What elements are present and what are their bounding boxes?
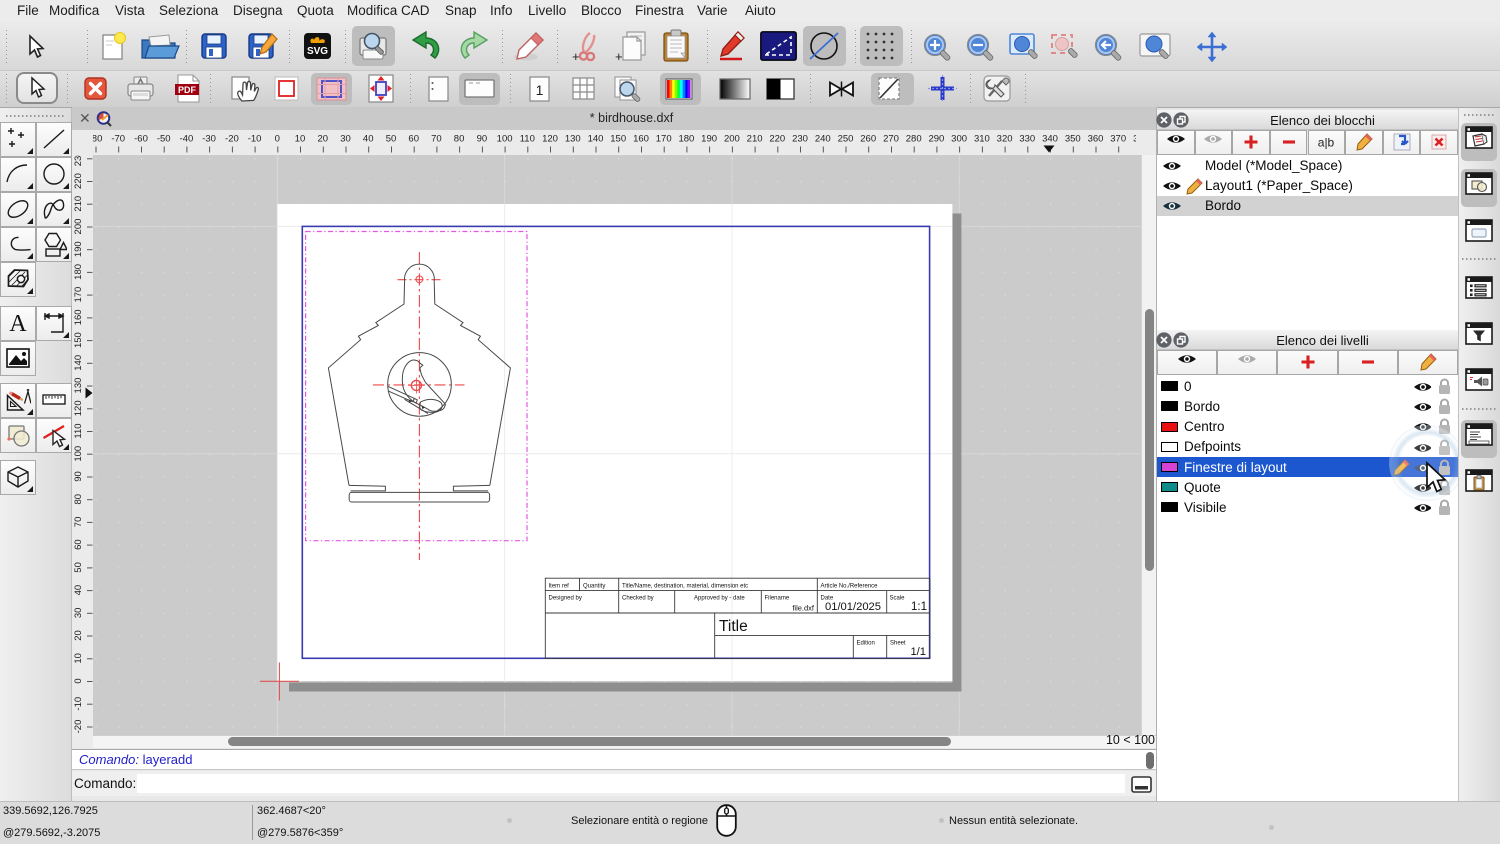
svg-text:Quantity: Quantity — [583, 584, 605, 590]
svg-text:80: 80 — [454, 134, 465, 145]
svg-text:140: 140 — [73, 355, 84, 371]
svg-text:10: 10 — [295, 134, 306, 145]
svg-text:380: 380 — [1133, 134, 1136, 145]
svg-text:-20: -20 — [73, 720, 84, 734]
svg-text:01/01/2025: 01/01/2025 — [825, 601, 881, 613]
svg-text:30: 30 — [73, 608, 84, 619]
svg-text:210: 210 — [73, 196, 84, 212]
svg-text:130: 130 — [73, 378, 84, 394]
svg-text:Filename: Filename — [765, 596, 790, 602]
svg-text:70: 70 — [431, 134, 442, 145]
svg-text:-30: -30 — [202, 134, 216, 145]
svg-text:150: 150 — [610, 134, 626, 145]
svg-text:Checked by: Checked by — [622, 596, 654, 602]
svg-text:120: 120 — [542, 134, 558, 145]
svg-text:180: 180 — [678, 134, 694, 145]
svg-text:-50: -50 — [157, 134, 171, 145]
svg-text:220: 220 — [73, 173, 84, 189]
svg-text:200: 200 — [724, 134, 740, 145]
svg-text:Designed by: Designed by — [549, 596, 582, 602]
svg-text:file.dxf: file.dxf — [792, 604, 815, 613]
svg-text:330: 330 — [1019, 134, 1035, 145]
svg-text:40: 40 — [73, 585, 84, 596]
svg-text:270: 270 — [883, 134, 899, 145]
svg-text:10: 10 — [73, 653, 84, 664]
svg-text:80: 80 — [73, 494, 84, 505]
svg-text:-80: -80 — [93, 134, 102, 145]
svg-text:280: 280 — [906, 134, 922, 145]
svg-text:140: 140 — [588, 134, 604, 145]
svg-text:200: 200 — [73, 219, 84, 235]
svg-text:130: 130 — [565, 134, 581, 145]
svg-text:Sheet: Sheet — [890, 641, 906, 647]
svg-text:1:1: 1:1 — [911, 601, 927, 613]
svg-text:110: 110 — [73, 423, 84, 438]
svg-text:110: 110 — [520, 134, 535, 145]
svg-text:160: 160 — [73, 309, 84, 325]
svg-text:160: 160 — [633, 134, 649, 145]
svg-text:230: 230 — [792, 134, 808, 145]
svg-text:-60: -60 — [134, 134, 148, 145]
svg-text:370: 370 — [1110, 134, 1126, 145]
svg-text:-10: -10 — [73, 697, 84, 711]
svg-text:50: 50 — [386, 134, 397, 145]
svg-text:190: 190 — [701, 134, 717, 145]
svg-text:340: 340 — [1042, 134, 1058, 145]
svg-text:360: 360 — [1088, 134, 1104, 145]
svg-text:90: 90 — [73, 471, 84, 482]
svg-text:70: 70 — [73, 517, 84, 528]
svg-text:190: 190 — [73, 241, 84, 257]
svg-text:0: 0 — [73, 678, 84, 683]
svg-text:230: 230 — [73, 155, 84, 166]
svg-text:150: 150 — [73, 332, 84, 348]
svg-text:Scale: Scale — [890, 596, 906, 602]
svg-text:120: 120 — [73, 400, 84, 416]
svg-text:350: 350 — [1065, 134, 1081, 145]
svg-text:240: 240 — [815, 134, 831, 145]
svg-text:170: 170 — [656, 134, 672, 145]
svg-text:290: 290 — [928, 134, 944, 145]
svg-text:210: 210 — [747, 134, 763, 145]
svg-text:100: 100 — [73, 446, 84, 462]
svg-text:-20: -20 — [225, 134, 239, 145]
svg-text:220: 220 — [769, 134, 785, 145]
svg-text:180: 180 — [73, 264, 84, 280]
svg-text:90: 90 — [477, 134, 488, 145]
svg-text:Approved by - date: Approved by - date — [694, 596, 745, 602]
svg-text:30: 30 — [340, 134, 351, 145]
svg-text:Title/Name, destination, mater: Title/Name, destination, material, dimen… — [622, 584, 748, 590]
svg-text:20: 20 — [73, 630, 84, 641]
svg-text:260: 260 — [860, 134, 876, 145]
svg-text:170: 170 — [73, 287, 84, 303]
svg-text:a|b: a|b — [1318, 136, 1335, 150]
svg-text:Edition: Edition — [857, 641, 875, 647]
svg-text:20: 20 — [318, 134, 329, 145]
svg-text:-10: -10 — [248, 134, 262, 145]
svg-text:Article No./Reference: Article No./Reference — [821, 584, 879, 590]
svg-text:Item ref: Item ref — [549, 584, 570, 590]
svg-text:Title: Title — [719, 618, 748, 635]
svg-text:310: 310 — [974, 134, 990, 145]
svg-text:50: 50 — [73, 562, 84, 573]
svg-text:100: 100 — [497, 134, 513, 145]
svg-text:0: 0 — [275, 134, 280, 145]
svg-text:60: 60 — [408, 134, 419, 145]
svg-text:40: 40 — [363, 134, 374, 145]
svg-text:250: 250 — [838, 134, 854, 145]
svg-text:300: 300 — [951, 134, 967, 145]
svg-text:60: 60 — [73, 539, 84, 550]
svg-text:-70: -70 — [111, 134, 125, 145]
svg-text:-40: -40 — [180, 134, 194, 145]
svg-text:1/1: 1/1 — [910, 646, 926, 658]
svg-text:320: 320 — [997, 134, 1013, 145]
